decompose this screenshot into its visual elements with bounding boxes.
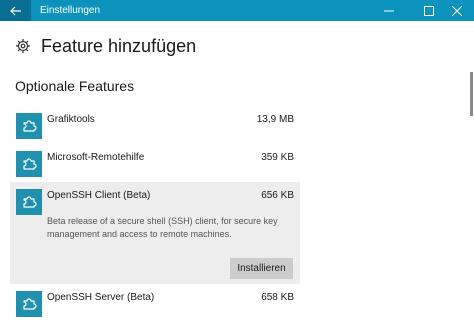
back-button[interactable] (0, 0, 31, 21)
section-title: Optionale Features (15, 78, 135, 94)
feature-item-grafiktools[interactable]: Grafiktools 13,9 MB (10, 108, 300, 140)
page-title: Feature hinzufügen (41, 35, 197, 56)
feature-tile (16, 113, 42, 139)
puzzle-piece-icon (21, 194, 37, 210)
feature-tile (16, 291, 42, 317)
close-button[interactable] (440, 0, 474, 21)
title-bar: Einstellungen (0, 0, 474, 21)
feature-item-openssh-server[interactable]: OpenSSH Server (Beta) 658 KB (10, 288, 300, 322)
puzzle-piece-icon (21, 118, 37, 134)
feature-tile (16, 151, 42, 177)
back-arrow-icon (9, 6, 21, 15)
install-button[interactable]: Installieren (230, 258, 293, 279)
feature-name: Microsoft-Remotehilfe (47, 152, 145, 163)
feature-size: 658 KB (261, 292, 294, 303)
scrollbar-thumb[interactable] (470, 72, 473, 116)
puzzle-piece-icon (21, 296, 37, 312)
feature-item-openssh-client[interactable]: OpenSSH Client (Beta) 656 KB Beta releas… (10, 182, 300, 284)
feature-name: OpenSSH Client (Beta) (47, 190, 151, 201)
gear-icon (16, 39, 30, 53)
feature-item-remotehilfe[interactable]: Microsoft-Remotehilfe 359 KB (10, 145, 300, 177)
maximize-icon (424, 5, 434, 16)
minimize-icon (384, 10, 394, 11)
close-icon (452, 5, 462, 16)
feature-name: Grafiktools (47, 114, 95, 125)
feature-tile (16, 189, 42, 215)
minimize-button[interactable] (372, 0, 406, 21)
app-title: Einstellungen (40, 5, 101, 16)
page-header: Feature hinzufügen (15, 33, 196, 59)
feature-size: 359 KB (261, 152, 294, 163)
puzzle-piece-icon (21, 156, 37, 172)
feature-size: 13,9 MB (256, 114, 294, 125)
feature-name: OpenSSH Server (Beta) (47, 292, 155, 303)
feature-description: Beta release of a secure shell (SSH) cli… (47, 216, 278, 239)
feature-size: 656 KB (261, 190, 294, 201)
